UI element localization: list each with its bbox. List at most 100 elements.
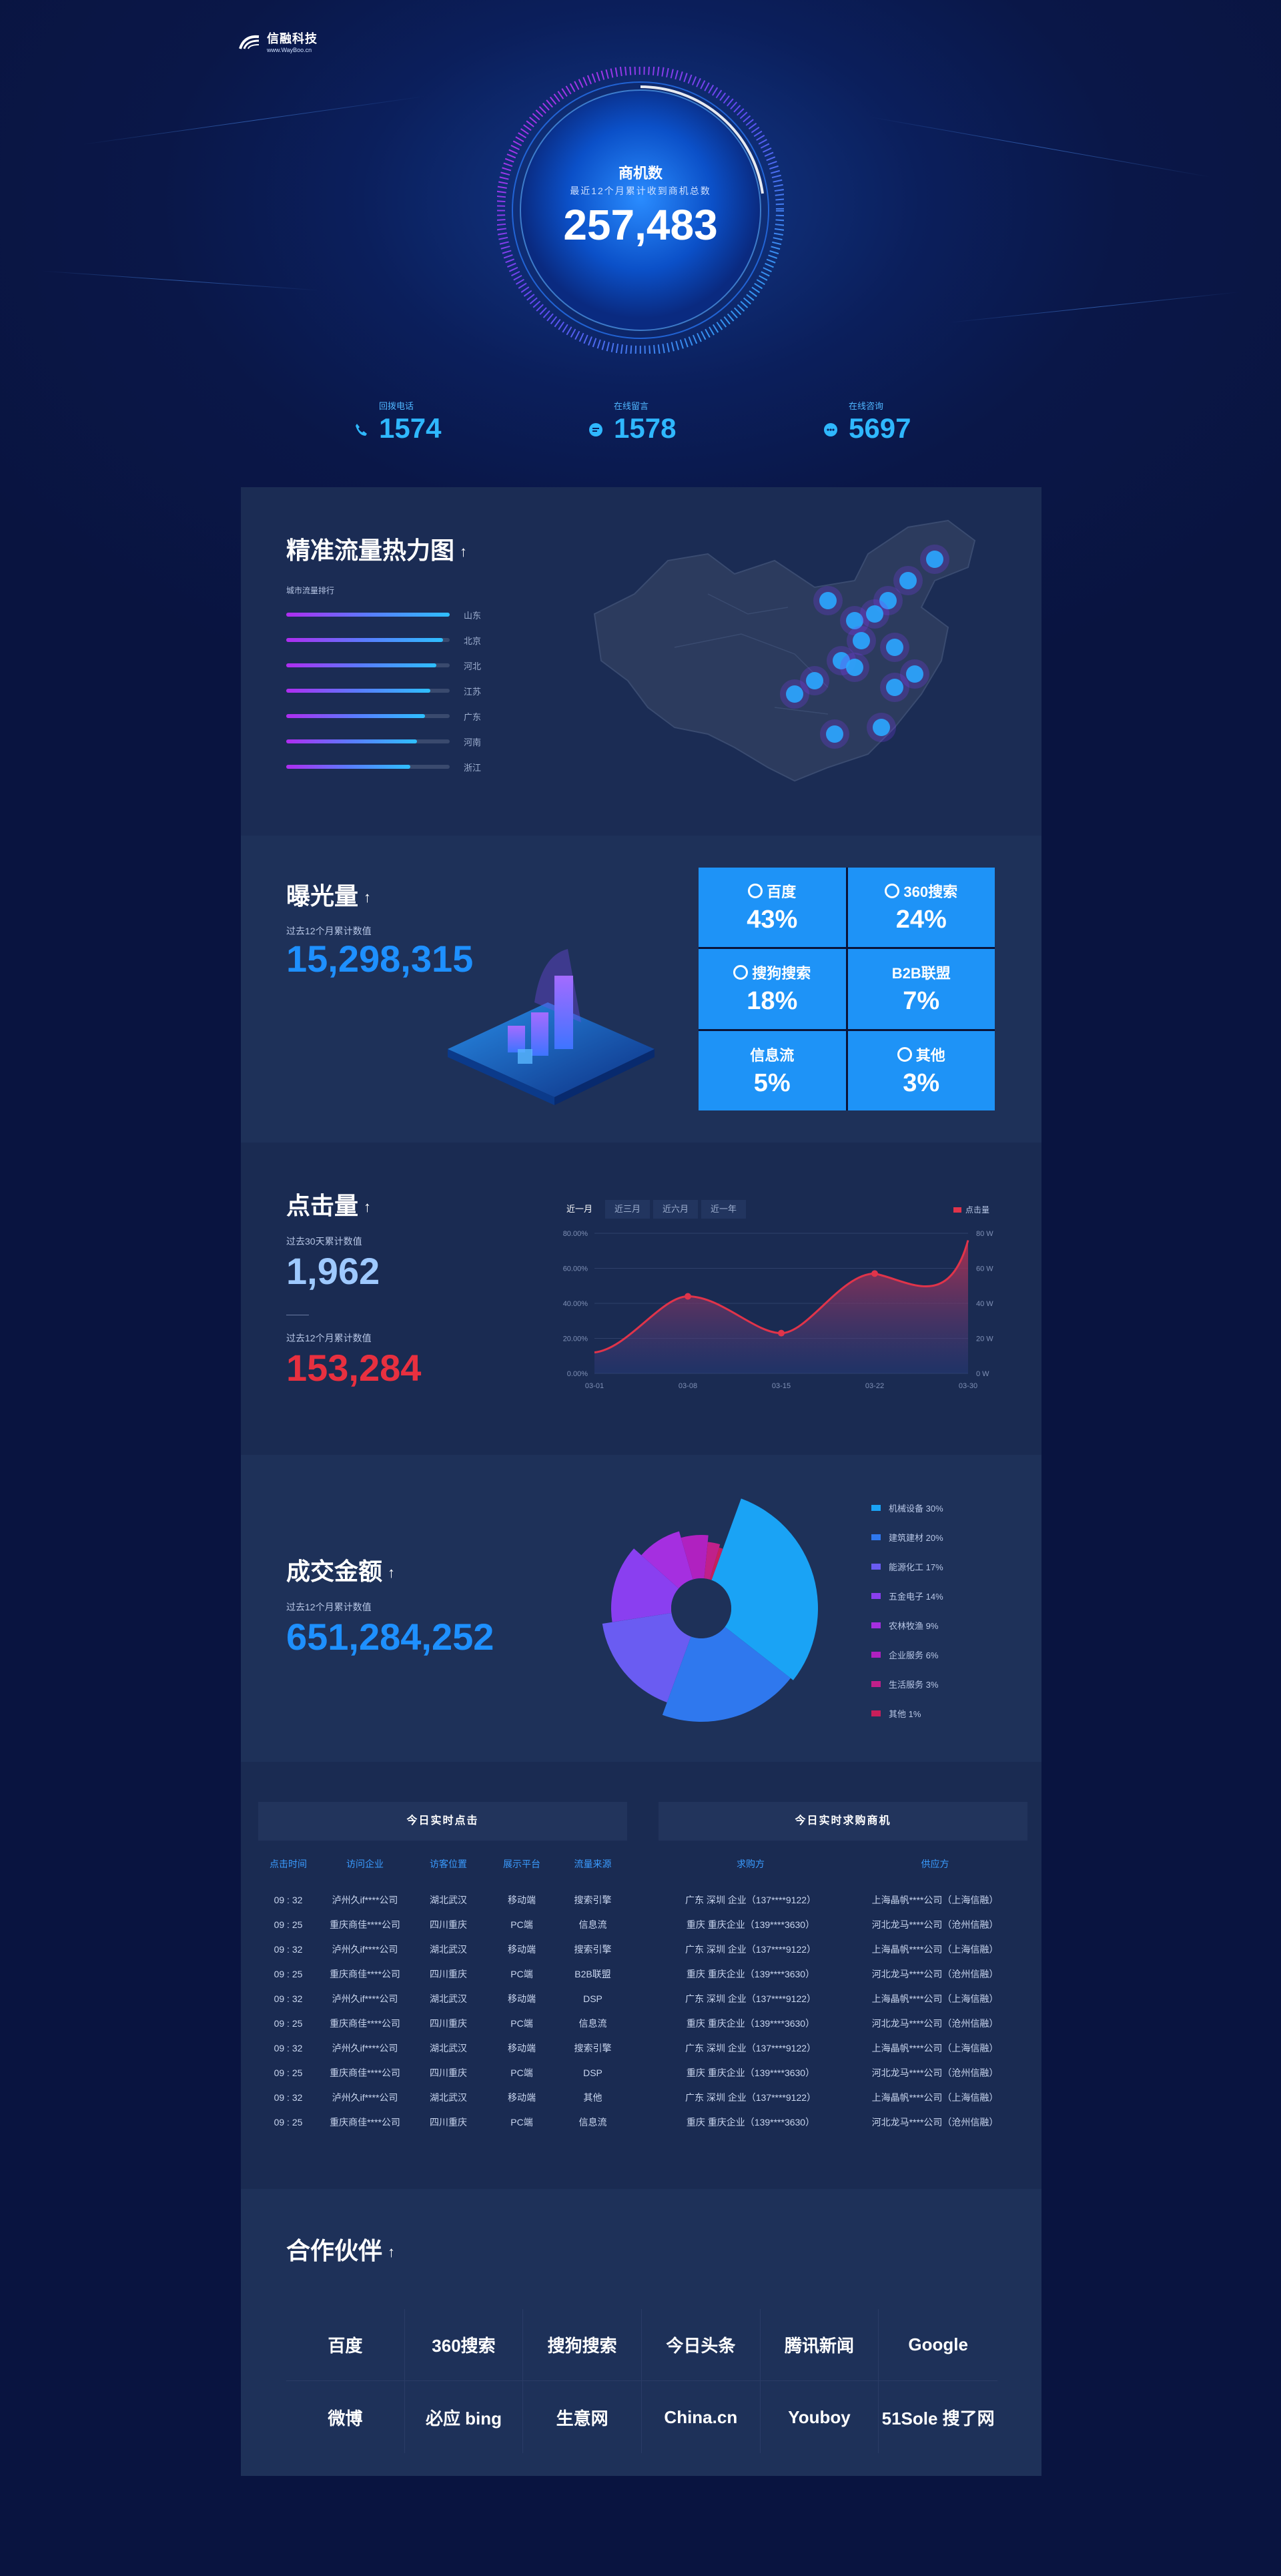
- clicks-sub-30d: 过去30天累计数值: [286, 1236, 362, 1247]
- table-cell: 重庆商佳****公司: [330, 1968, 400, 1979]
- partner-logo[interactable]: 腾讯新闻: [760, 2309, 879, 2381]
- table-cell: 重庆商佳****公司: [330, 1919, 400, 1930]
- channel-label: 其他: [915, 1046, 945, 1064]
- table-cell: 09 : 25: [274, 1968, 303, 1979]
- clicks-panel: 点击量 ↑ 过去30天累计数值 1,962 过去12个月累计数值 153,284 …: [241, 1143, 1041, 1455]
- table-cell: 信息流: [578, 2116, 607, 2128]
- stat-value: 5697: [849, 412, 911, 444]
- table-row[interactable]: 重庆 重庆企业（139****3630） 河北龙马****公司（沧州信融）: [659, 1961, 1027, 1986]
- logo[interactable]: 信融科技 www.WayBoo.cn: [239, 29, 318, 53]
- data-point[interactable]: [778, 1329, 785, 1337]
- heat-dot: [806, 672, 823, 689]
- table-body[interactable]: 09 : 32 泸州久if****公司 湖北武汉 移动端 搜索引擎 09 : 25 重庆商佳…: [258, 1887, 627, 2129]
- rank-bar: [286, 689, 430, 693]
- channel-label: 百度: [767, 884, 797, 901]
- table-cell: 广东 深圳 企业（137****9122）: [685, 2042, 817, 2053]
- column-header[interactable]: 求购方: [659, 1857, 843, 1871]
- table-row[interactable]: 广东 深圳 企业（137****9122） 上海晶帆****公司（上海信融）: [659, 2035, 1027, 2060]
- partner-logo[interactable]: 必应 bing: [405, 2381, 524, 2453]
- channel-cell: 百度 43%: [699, 868, 846, 948]
- table-row[interactable]: 09 : 32 泸州久if****公司 湖北武汉 移动端 DSP: [258, 1986, 627, 2011]
- tab-6-months[interactable]: 近六月: [653, 1200, 699, 1219]
- table-row[interactable]: 广东 深圳 企业（137****9122） 上海晶帆****公司（上海信融）: [659, 2085, 1027, 2110]
- partner-logo[interactable]: 百度: [286, 2309, 405, 2381]
- table-cell: 泸州久if****公司: [332, 1993, 398, 2004]
- deals-panel: 成交金额 ↑ 过去12个月累计数值 651,284,252 机械设备 30% 建筑建…: [241, 1455, 1041, 1762]
- data-point[interactable]: [685, 1293, 691, 1300]
- column-header[interactable]: 访客位置: [412, 1857, 485, 1871]
- partner-logo[interactable]: Google: [879, 2309, 997, 2381]
- table-cell: 09 : 32: [274, 1993, 303, 2004]
- table-row[interactable]: 09 : 25 重庆商佳****公司 四川重庆 PC端 信息流: [258, 2011, 627, 2035]
- table-cell: PC端: [510, 2067, 533, 2078]
- table-row[interactable]: 重庆 重庆企业（139****3630） 河北龙马****公司（沧州信融）: [659, 2011, 1027, 2035]
- channel-cell: B2B联盟 7%: [847, 949, 995, 1029]
- partner-logo[interactable]: 51Sole 搜了网: [879, 2381, 997, 2453]
- table-row[interactable]: 09 : 32 泸州久if****公司 湖北武汉 移动端 搜索引擎: [258, 1937, 627, 1961]
- column-header[interactable]: 访问企业: [318, 1857, 412, 1871]
- table-row[interactable]: 重庆 重庆企业（139****3630） 河北龙马****公司（沧州信融）: [659, 2110, 1027, 2129]
- legend-swatch: [871, 1505, 881, 1511]
- table-cell: 上海晶帆****公司（上海信融）: [871, 2091, 999, 2103]
- heat-dot: [926, 551, 943, 568]
- table-row[interactable]: 09 : 25 重庆商佳****公司 四川重庆 PC端 信息流: [258, 1912, 627, 1937]
- heatmap-panel: 精准流量热力图 ↑ 城市流量排行 山东 北京 河北 江苏 广东 河南 浙江: [241, 487, 1041, 836]
- column-header[interactable]: 流量来源: [558, 1857, 627, 1871]
- table-row[interactable]: 09 : 32 泸州久if****公司 湖北武汉 移动端 搜索引擎: [258, 2035, 627, 2060]
- channel-name: 其他: [897, 1044, 945, 1065]
- table-cell: 广东 深圳 企业（137****9122）: [685, 1943, 817, 1955]
- bar-platform-illustration: [448, 949, 655, 1105]
- y-tick-right: 0 W: [976, 1370, 989, 1378]
- table-cell: 泸州久if****公司: [332, 1943, 398, 1955]
- table-cell: 广东 深圳 企业（137****9122）: [685, 1894, 817, 1905]
- heat-dot: [826, 725, 843, 743]
- column-header[interactable]: 点击时间: [258, 1857, 318, 1871]
- tab-3-months[interactable]: 近三月: [605, 1200, 651, 1219]
- table-cell: 上海晶帆****公司（上海信融）: [871, 1943, 999, 1955]
- data-point[interactable]: [871, 1270, 878, 1277]
- partner-logo[interactable]: 生意网: [523, 2381, 642, 2453]
- rank-bar: [286, 714, 426, 718]
- partner-logo[interactable]: China.cn: [642, 2381, 761, 2453]
- table-cell: 湖北武汉: [430, 1943, 467, 1955]
- heat-dot: [853, 632, 870, 649]
- pie-legend-item: 生活服务 3%: [871, 1678, 938, 1690]
- rank-row: 山东: [286, 609, 486, 621]
- table-row[interactable]: 09 : 25 重庆商佳****公司 四川重庆 PC端 DSP: [258, 2060, 627, 2085]
- tab-1-month[interactable]: 近一月: [557, 1200, 602, 1219]
- table-row[interactable]: 广东 深圳 企业（137****9122） 上海晶帆****公司（上海信融）: [659, 1887, 1027, 1912]
- table-row[interactable]: 09 : 32 泸州久if****公司 湖北武汉 移动端 搜索引擎: [258, 1887, 627, 1912]
- partner-logo[interactable]: 微博: [286, 2381, 405, 2453]
- table-row[interactable]: 09 : 32 泸州久if****公司 湖北武汉 移动端 其他: [258, 2085, 627, 2110]
- channel-cell: 360搜索 24%: [847, 868, 995, 948]
- phone-icon: [352, 421, 370, 438]
- table-cell: 信息流: [578, 1919, 607, 1930]
- partner-logo[interactable]: 今日头条: [642, 2309, 761, 2381]
- partner-logo[interactable]: 360搜索: [404, 2309, 524, 2381]
- column-header[interactable]: 供应方: [843, 1857, 1027, 1871]
- table-cell: 湖北武汉: [430, 2091, 467, 2103]
- table-cell: 上海晶帆****公司（上海信融）: [871, 2042, 999, 2053]
- clicks-value-30d: 1,962: [286, 1250, 380, 1292]
- partner-logo[interactable]: Youboy: [761, 2381, 879, 2453]
- table-row[interactable]: 重庆 重庆企业（139****3630） 河北龙马****公司（沧州信融）: [659, 2060, 1027, 2085]
- sogou-icon: [733, 965, 749, 980]
- table-row[interactable]: 09 : 25 重庆商佳****公司 四川重庆 PC端 信息流: [258, 2110, 627, 2129]
- table-cell: 09 : 25: [274, 1919, 303, 1930]
- heat-dot: [886, 679, 903, 696]
- legend-label: 五金电子 14%: [889, 1592, 943, 1602]
- table-cell: 09 : 32: [274, 2091, 303, 2103]
- tab-1-year[interactable]: 近一年: [701, 1200, 747, 1219]
- table-row[interactable]: 重庆 重庆企业（139****3630） 河北龙马****公司（沧州信融）: [659, 1912, 1027, 1937]
- table-row[interactable]: 广东 深圳 企业（137****9122） 上海晶帆****公司（上海信融）: [659, 1986, 1027, 2011]
- table-row[interactable]: 09 : 25 重庆商佳****公司 四川重庆 PC端 B2B联盟: [258, 1961, 627, 1986]
- legend-swatch: [871, 1681, 881, 1687]
- y-tick-right: 60 W: [976, 1265, 993, 1273]
- stat-value: 1574: [379, 412, 442, 444]
- partner-logo[interactable]: 搜狗搜索: [523, 2309, 642, 2381]
- x-tick: 03-15: [772, 1382, 791, 1390]
- column-header[interactable]: 展示平台: [485, 1857, 558, 1871]
- table-row[interactable]: 广东 深圳 企业（137****9122） 上海晶帆****公司（上海信融）: [659, 1937, 1027, 1961]
- rank-city-name: 浙江: [464, 763, 482, 773]
- table-body[interactable]: 广东 深圳 企业（137****9122） 上海晶帆****公司（上海信融） 重庆 …: [659, 1887, 1027, 2129]
